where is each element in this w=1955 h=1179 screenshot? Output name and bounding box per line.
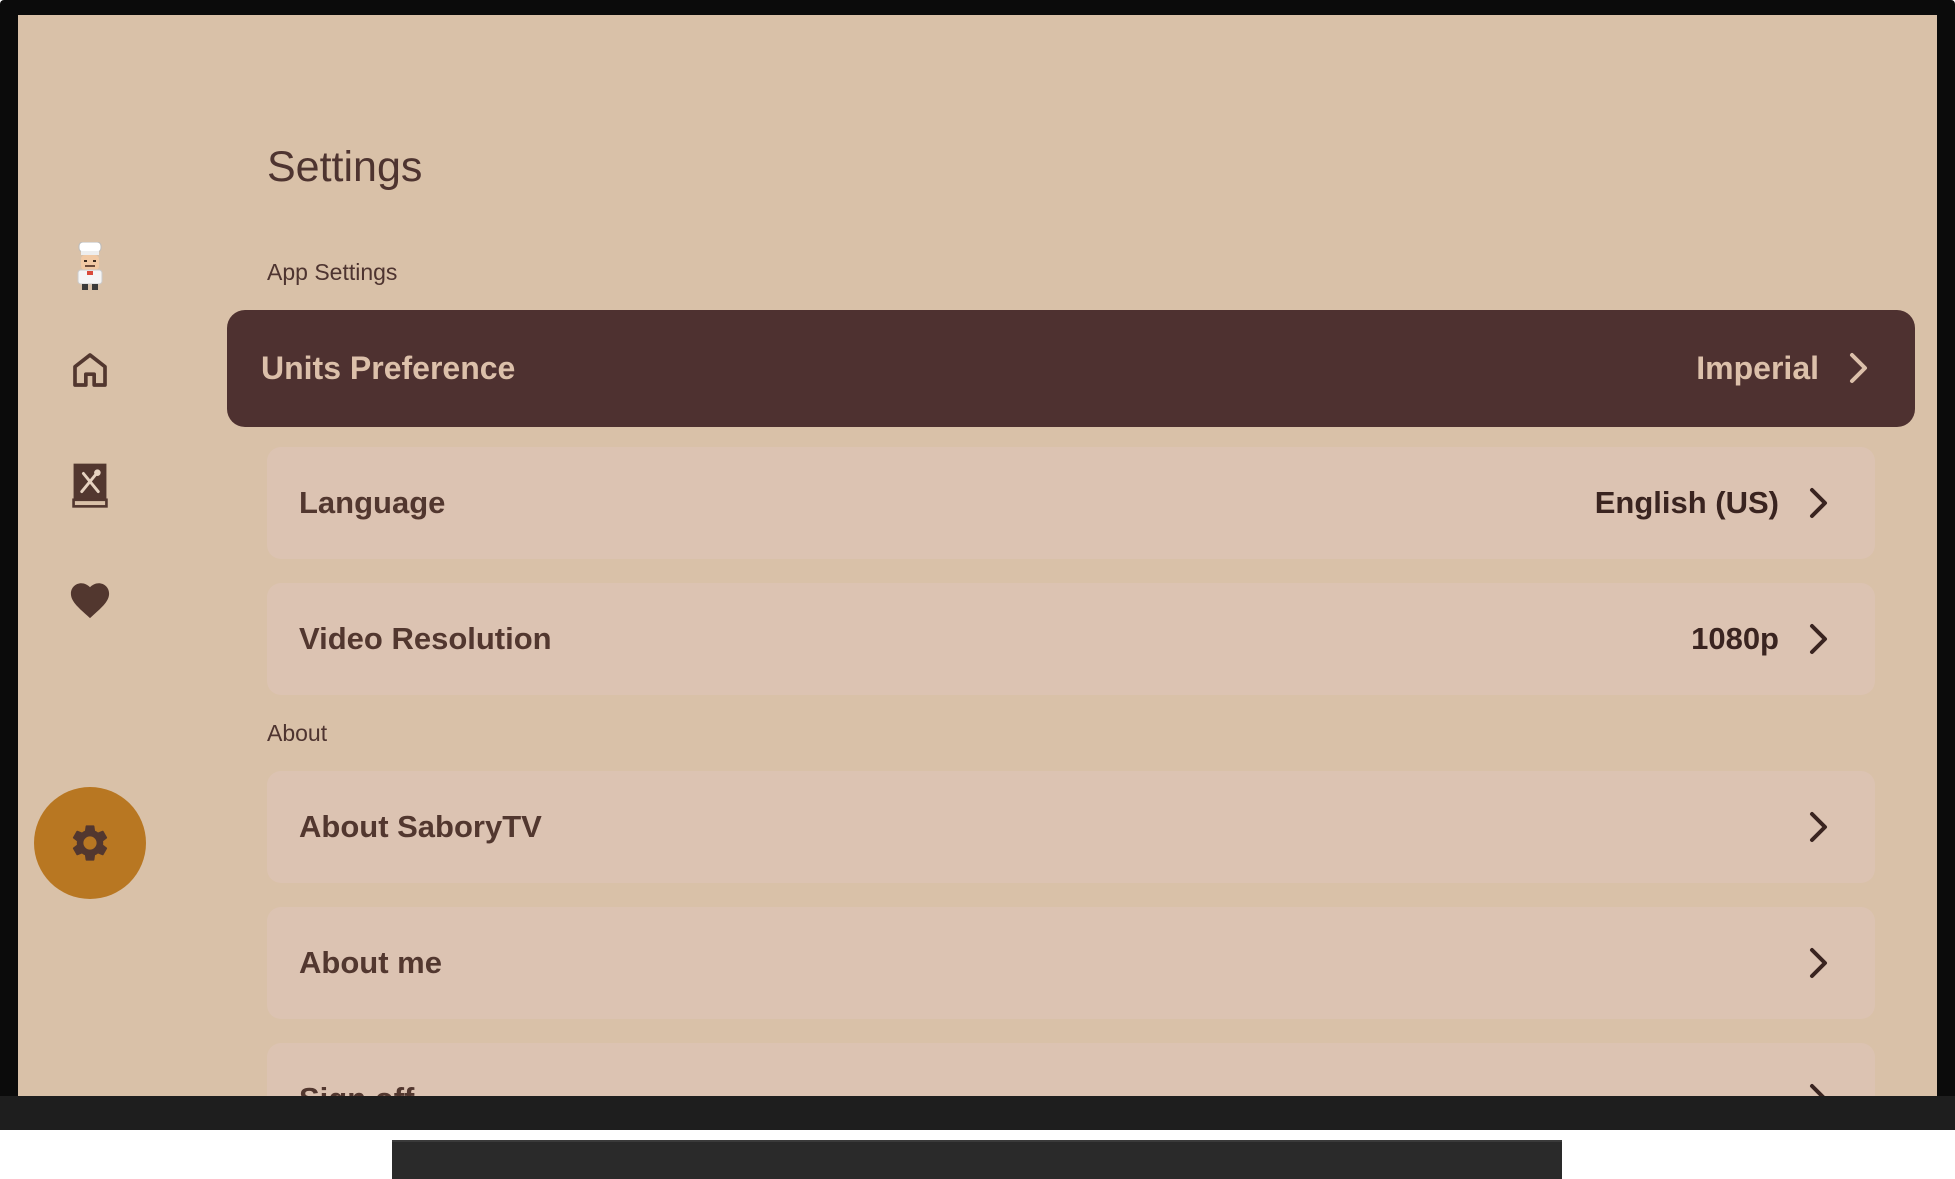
tv-screen: Settings App Settings Units Preference I… <box>18 15 1937 1096</box>
chevron-right-icon <box>1809 947 1829 979</box>
nav-recipes[interactable] <box>34 429 146 541</box>
tv-chin <box>0 1096 1955 1130</box>
chevron-right-icon <box>1809 487 1829 519</box>
row-value: Imperial <box>1696 350 1819 386</box>
row-label: Units Preference <box>261 350 516 386</box>
chevron-right-icon <box>1849 352 1869 384</box>
gear-icon <box>68 821 112 865</box>
nav-profile[interactable] <box>34 210 146 322</box>
row-about-me[interactable]: About me <box>267 907 1875 1019</box>
row-label: Video Resolution <box>299 621 552 656</box>
tv-stand <box>392 1140 1562 1179</box>
chef-avatar-icon <box>70 242 110 290</box>
row-value: English (US) <box>1594 485 1779 520</box>
chevron-right-icon <box>1809 623 1829 655</box>
nav-settings[interactable] <box>34 787 146 899</box>
row-about-saborytv[interactable]: About SaboryTV <box>267 771 1875 883</box>
row-label: Language <box>299 485 446 520</box>
row-label: About SaboryTV <box>299 809 542 844</box>
page-title: Settings <box>267 143 423 191</box>
row-value: 1080p <box>1691 621 1779 656</box>
heart-icon <box>68 580 112 620</box>
nav-favorites[interactable] <box>34 544 146 656</box>
row-sign-off[interactable]: Sign off <box>267 1043 1875 1096</box>
row-label: Sign off <box>299 1043 414 1096</box>
row-video-resolution[interactable]: Video Resolution 1080p <box>267 583 1875 695</box>
row-label: About me <box>299 945 442 980</box>
chevron-right-icon <box>1809 811 1829 843</box>
chevron-right-icon <box>1809 1083 1829 1096</box>
section-label-app-settings: App Settings <box>267 259 398 285</box>
home-icon <box>70 350 110 390</box>
row-language[interactable]: Language English (US) <box>267 447 1875 559</box>
row-units-preference[interactable]: Units Preference Imperial <box>227 310 1915 427</box>
section-label-about: About <box>267 720 328 746</box>
recipe-book-icon <box>70 462 110 508</box>
nav-home[interactable] <box>34 314 146 426</box>
